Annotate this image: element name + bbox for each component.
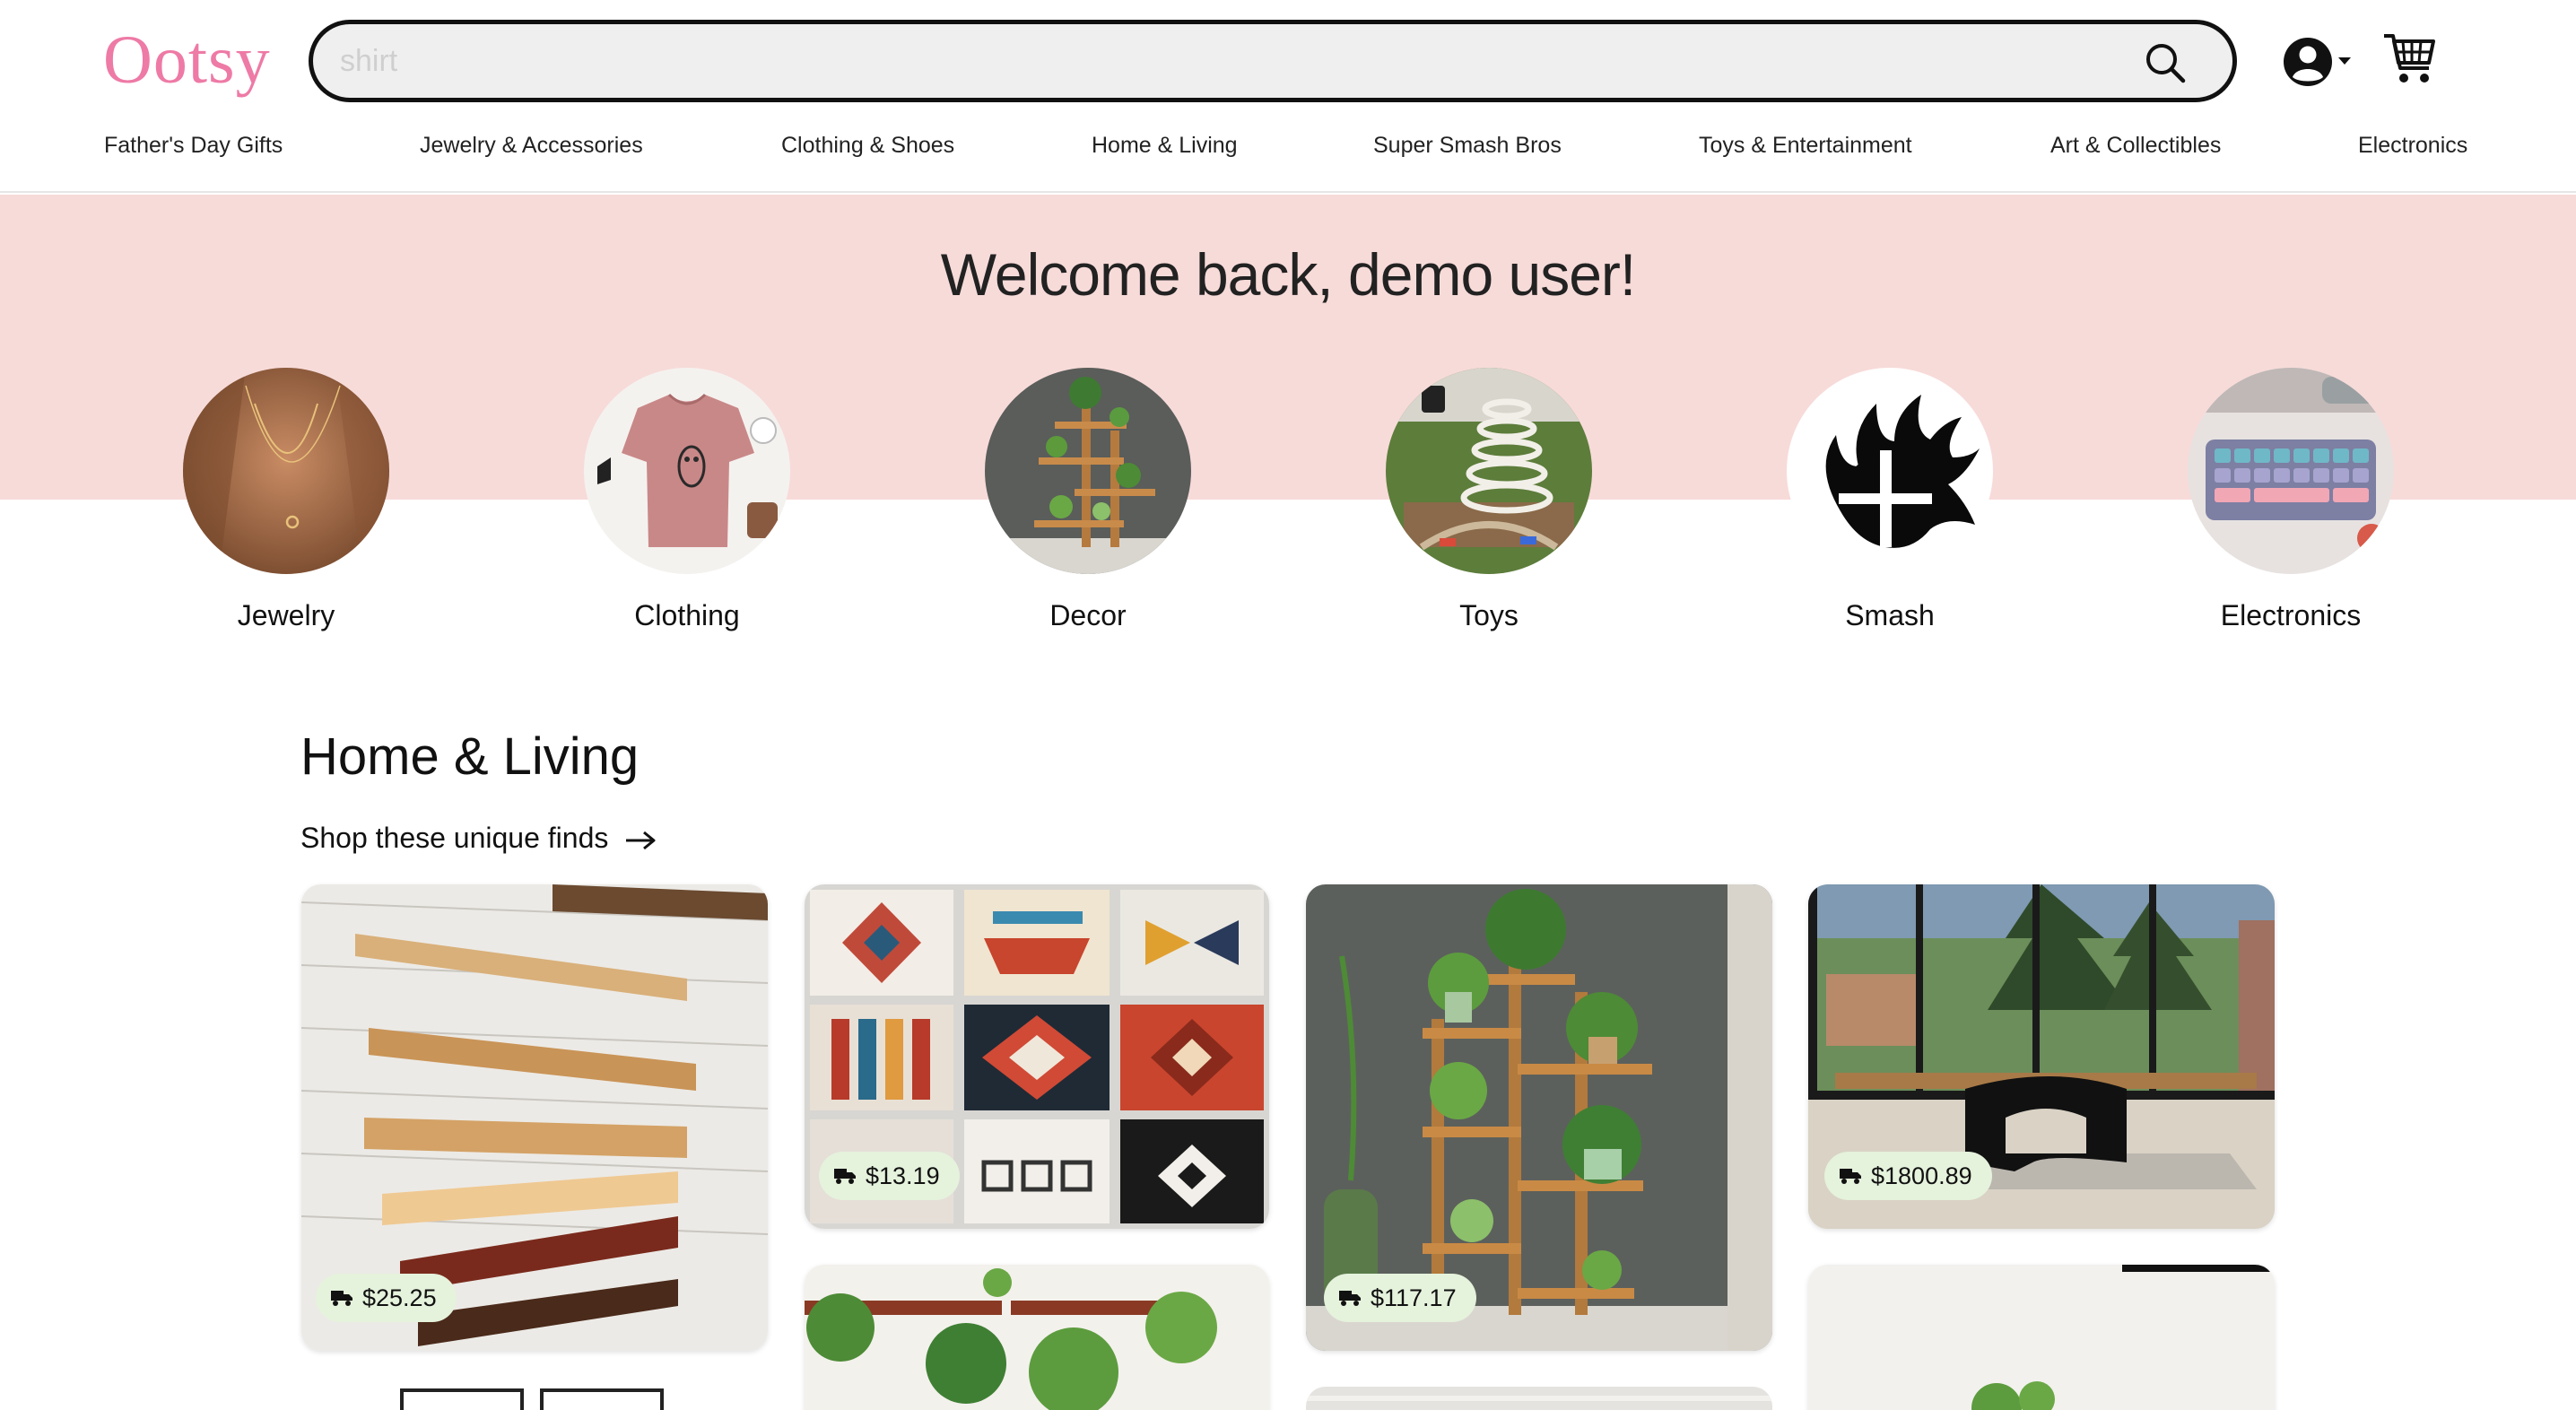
price-badge: $13.19	[819, 1152, 960, 1200]
price-text: $117.17	[1371, 1284, 1457, 1311]
nav-fathers-day-gifts[interactable]: Father's Day Gifts	[104, 133, 283, 159]
nav-super-smash-bros[interactable]: Super Smash Bros	[1373, 133, 1562, 159]
price-badge: $117.17	[1324, 1274, 1476, 1322]
category-image	[1386, 368, 1592, 574]
category-label: Clothing	[634, 599, 740, 631]
category-smash[interactable]: Smash	[1787, 368, 1993, 632]
price-text: $13.19	[866, 1162, 940, 1189]
product-card[interactable]	[1306, 1387, 1772, 1410]
product-card[interactable]: $13.19	[805, 884, 1269, 1229]
category-label: Toys	[1459, 599, 1519, 631]
product-card[interactable]: $25.25	[301, 884, 768, 1351]
product-card[interactable]	[1808, 1265, 2275, 1410]
category-label: Smash	[1845, 599, 1935, 631]
product-image	[1808, 1265, 2275, 1410]
arrow-right-icon	[626, 831, 656, 849]
price-text: $1800.89	[1871, 1162, 1972, 1189]
product-card[interactable]	[805, 1265, 1269, 1410]
category-jewelry[interactable]: Jewelry	[183, 368, 389, 632]
nav-electronics[interactable]: Electronics	[2358, 133, 2467, 159]
search-icon[interactable]	[2145, 42, 2186, 83]
price-text: $25.25	[362, 1284, 437, 1311]
category-nav: Father's Day Gifts Jewelry & Accessories…	[0, 133, 2576, 169]
nav-home-living[interactable]: Home & Living	[1092, 133, 1238, 159]
search-input[interactable]	[340, 24, 2116, 98]
category-electronics[interactable]: Electronics	[2188, 368, 2394, 632]
product-image	[301, 1387, 768, 1410]
category-image	[1787, 368, 1993, 574]
shop-link-label: Shop these unique finds	[300, 822, 609, 854]
category-label: Electronics	[2220, 599, 2362, 631]
shipping-truck-icon	[1339, 1291, 1361, 1306]
nav-toys-entertainment[interactable]: Toys & Entertainment	[1699, 133, 1912, 159]
nav-clothing-shoes[interactable]: Clothing & Shoes	[781, 133, 954, 159]
category-toys[interactable]: Toys	[1386, 368, 1592, 632]
shipping-truck-icon	[331, 1291, 352, 1306]
price-badge: $1800.89	[1824, 1152, 1992, 1200]
site-header: Ootsy Father's Day G	[0, 0, 2576, 193]
product-image	[805, 1265, 1269, 1410]
nav-art-collectibles[interactable]: Art & Collectibles	[2050, 133, 2221, 159]
price-badge: $25.25	[316, 1274, 457, 1322]
category-clothing[interactable]: Clothing	[584, 368, 790, 632]
shipping-truck-icon	[1840, 1169, 1861, 1184]
section-title: Home & Living	[300, 727, 640, 786]
shipping-truck-icon	[834, 1169, 856, 1184]
nav-jewelry-accessories[interactable]: Jewelry & Accessories	[420, 133, 643, 159]
category-decor[interactable]: Decor	[985, 368, 1191, 632]
cart-icon[interactable]	[2382, 30, 2436, 86]
product-card[interactable]: $117.17	[1306, 884, 1772, 1351]
account-icon[interactable]	[2282, 34, 2355, 90]
category-image	[985, 368, 1191, 574]
product-card[interactable]: $1800.89	[1808, 884, 2275, 1229]
shop-unique-finds-link[interactable]: Shop these unique finds	[300, 822, 657, 855]
category-image	[2188, 368, 2394, 574]
search-bar	[309, 20, 2237, 102]
category-image	[584, 368, 790, 574]
category-label: Jewelry	[237, 599, 335, 631]
welcome-heading: Welcome back, demo user!	[940, 241, 1636, 308]
product-image	[1306, 1387, 1772, 1410]
site-logo[interactable]: Ootsy	[103, 22, 271, 100]
product-card[interactable]	[301, 1387, 768, 1410]
category-image	[183, 368, 389, 574]
category-label: Decor	[1049, 599, 1127, 631]
